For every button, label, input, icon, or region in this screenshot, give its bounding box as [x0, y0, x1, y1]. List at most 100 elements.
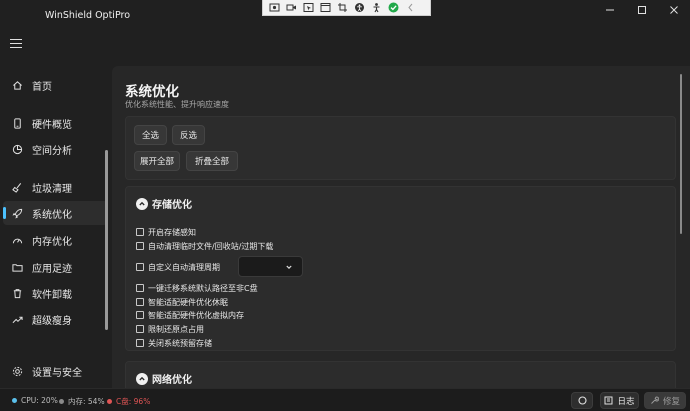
menu-toggle-button[interactable]	[10, 39, 22, 49]
shield-gear-icon	[11, 365, 23, 377]
clean-cycle-select[interactable]	[238, 256, 303, 277]
option-reserved-storage[interactable]: 关闭系统预留存储	[136, 337, 212, 349]
invert-selection-button[interactable]: 反选	[172, 125, 205, 145]
sidebar-item-label: 垃圾清理	[32, 183, 72, 195]
option-label: 关闭系统预留存储	[148, 338, 212, 348]
video-icon[interactable]	[286, 2, 297, 13]
window-icon[interactable]	[320, 2, 331, 13]
cpu-status: CPU: 20%	[12, 396, 58, 405]
network-section-header[interactable]: 网络优化	[136, 371, 192, 386]
rocket-icon	[11, 207, 23, 219]
checkbox[interactable]	[136, 284, 144, 292]
status-bar: CPU: 20% 内存: 54% C盘: 96% 日志 修复	[0, 388, 690, 411]
sidebar-item-label: 首页	[32, 81, 52, 93]
sidebar-item-label: 硬件概览	[32, 119, 72, 131]
person-icon[interactable]	[371, 2, 382, 13]
checkbox[interactable]	[136, 263, 144, 271]
repair-button[interactable]: 修复	[644, 392, 686, 409]
collapse-all-button[interactable]: 折叠全部	[186, 151, 238, 171]
crop-icon[interactable]	[337, 2, 348, 13]
option-auto-clean-temp[interactable]: 自动清理临时文件/回收站/过期下载	[136, 240, 273, 252]
close-button[interactable]	[658, 0, 690, 20]
checkbox[interactable]	[136, 339, 144, 347]
sidebar-item-label: 应用足迹	[32, 263, 72, 275]
disk-status-dot	[107, 399, 112, 404]
page-title: 系统优化	[125, 84, 179, 100]
sidebar-item-home[interactable]: 首页	[3, 73, 108, 97]
sidebar-item-label: 软件卸载	[32, 289, 72, 301]
sidebar-item-settings[interactable]: 设置与安全	[3, 359, 108, 383]
main-scrollbar[interactable]	[680, 74, 682, 234]
record-button[interactable]	[571, 392, 593, 409]
cpu-status-text: CPU: 20%	[21, 396, 58, 405]
checkbox[interactable]	[136, 228, 144, 236]
sidebar-item-app-traces[interactable]: 应用足迹	[3, 255, 108, 279]
title-bar: WinShield OptiPro	[0, 0, 690, 22]
option-label: 一键迁移系统默认路径至非C盘	[148, 283, 258, 293]
sidebar-item-label: 内存优化	[32, 236, 72, 248]
disk-status-text: C盘: 96%	[116, 397, 151, 406]
option-custom-clean-cycle[interactable]: 自定义自动清理周期	[136, 261, 220, 273]
log-button[interactable]: 日志	[600, 392, 639, 409]
folder-icon	[11, 261, 23, 273]
option-restore-point-limit[interactable]: 限制还原点占用	[136, 323, 204, 335]
option-label: 智能适配硬件优化休眠	[148, 297, 228, 307]
select-all-button[interactable]: 全选	[134, 125, 167, 145]
option-label: 自定义自动清理周期	[148, 262, 220, 272]
log-label: 日志	[617, 396, 635, 407]
chevron-left-icon[interactable]	[405, 2, 416, 13]
app-title: WinShield OptiPro	[45, 10, 131, 21]
option-virtual-memory[interactable]: 智能适配硬件优化虚拟内存	[136, 309, 244, 321]
wrench-icon	[651, 396, 659, 404]
screenshot-icon[interactable]	[269, 2, 280, 13]
option-label: 限制还原点占用	[148, 324, 204, 334]
expand-all-button[interactable]: 展开全部	[134, 151, 180, 171]
capture-toolbar	[262, 0, 431, 16]
sidebar-item-uninstall[interactable]: 软件卸载	[3, 281, 108, 305]
cpu-status-dot	[12, 398, 17, 403]
checkbox[interactable]	[136, 242, 144, 250]
network-section: 网络优化	[125, 361, 676, 388]
log-icon	[604, 396, 613, 405]
memory-status: 内存: 54%	[59, 396, 105, 407]
actions-card: 全选 反选 展开全部 折叠全部	[125, 116, 676, 180]
sidebar-item-memory[interactable]: 内存优化	[3, 228, 108, 252]
memory-status-dot	[59, 399, 64, 404]
chevron-down-icon	[286, 265, 292, 270]
page-subtitle: 优化系统性能、提升响应速度	[125, 100, 229, 109]
option-storage-sense[interactable]: 开启存储感知	[136, 226, 196, 238]
checkbox[interactable]	[136, 311, 144, 319]
sidebar-item-label: 设置与安全	[32, 367, 82, 379]
window-capture-icon[interactable]	[303, 2, 314, 13]
pie-chart-icon	[11, 143, 23, 155]
sidebar-item-junk[interactable]: 垃圾清理	[3, 175, 108, 199]
sidebar-item-label: 系统优化	[32, 209, 72, 221]
maximize-button[interactable]	[626, 0, 658, 20]
storage-section-header[interactable]: 存储优化	[136, 196, 192, 211]
storage-section: 存储优化 开启存储感知 自动清理临时文件/回收站/过期下载 自定义自动清理周期 …	[125, 186, 676, 351]
chevron-up-icon	[136, 197, 148, 210]
sidebar-item-slim[interactable]: 超级瘦身	[3, 307, 108, 331]
sidebar-item-system-optimize[interactable]: 系统优化	[3, 201, 108, 225]
check-icon[interactable]	[388, 2, 399, 13]
section-title: 存储优化	[152, 200, 192, 211]
option-hibernate[interactable]: 智能适配硬件优化休眠	[136, 296, 228, 308]
sidebar-item-label: 超级瘦身	[32, 315, 72, 327]
section-title: 网络优化	[152, 375, 192, 386]
close-icon	[670, 6, 678, 14]
main-panel: 系统优化 优化系统性能、提升响应速度 全选 反选 展开全部 折叠全部 存储优化 …	[112, 66, 690, 388]
checkbox[interactable]	[136, 325, 144, 333]
option-migrate-paths[interactable]: 一键迁移系统默认路径至非C盘	[136, 282, 258, 294]
sidebar-item-hardware[interactable]: 硬件概览	[3, 111, 108, 135]
minimize-button[interactable]	[594, 0, 626, 20]
disk-status: C盘: 96%	[107, 396, 150, 407]
maximize-icon	[638, 6, 646, 14]
checkbox[interactable]	[136, 298, 144, 306]
broom-icon	[11, 181, 23, 193]
sidebar-scrollbar[interactable]	[105, 150, 108, 330]
accessibility-icon[interactable]	[354, 2, 365, 13]
chevron-up-icon	[136, 372, 148, 385]
sidebar-item-space[interactable]: 空间分析	[3, 137, 108, 161]
sidebar-item-label: 空间分析	[32, 145, 72, 157]
option-label: 自动清理临时文件/回收站/过期下载	[148, 241, 274, 251]
